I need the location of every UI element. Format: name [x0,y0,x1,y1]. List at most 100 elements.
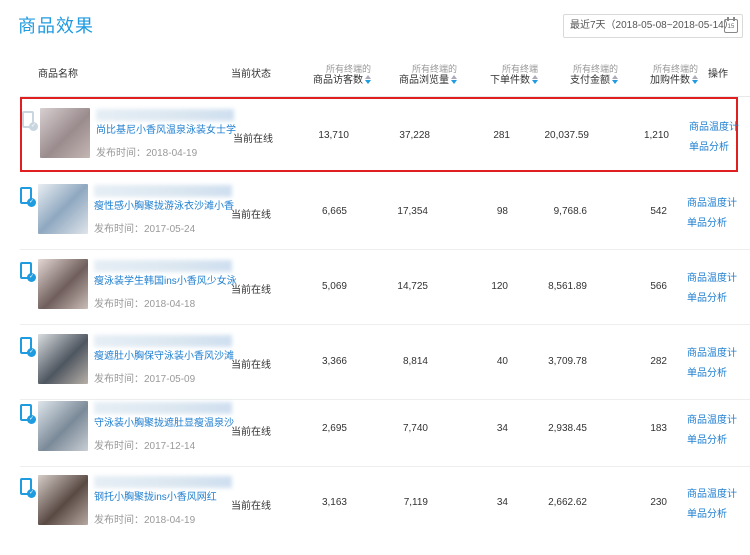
product-thumbnail[interactable] [40,108,90,158]
temperature-link[interactable]: 商品温度计 [687,485,747,505]
date-range-label: 最近7天（2018-05-08~2018-05-14） [570,20,734,31]
col-views[interactable]: 所有终端的 商品浏览量 [377,63,457,87]
product-thumbnail[interactable] [38,184,88,234]
analysis-link[interactable]: 单品分析 [687,505,747,525]
ops-cell: 商品温度计 单品分析 [687,485,747,525]
status-text: 当前在线 [231,285,271,296]
visitors-value: 5,069 [321,281,347,292]
visitors-value: 13,710 [318,130,349,141]
table-row: 瘦性感小胸聚拢游泳衣沙滩小香 发布时间：2017-05-24 当前在线 6,66… [20,175,750,250]
publish-time: 发布时间：2017-05-09 [94,374,196,385]
status-text: 当前在线 [231,210,271,221]
orders-value: 40 [496,356,508,367]
mobile-check-icon [20,262,36,282]
cart-value: 282 [650,356,667,367]
views-value: 14,725 [397,281,428,292]
temperature-link[interactable]: 商品温度计 [689,118,749,138]
product-title-link[interactable]: 守泳装小胸聚拢遮肚显瘦温泉沙 [94,417,244,431]
views-value: 7,740 [402,423,428,434]
mobile-check-icon [20,187,36,207]
col-cart[interactable]: 所有终端的 加购件数 [618,63,698,87]
orders-value: 120 [491,281,508,292]
product-thumbnail[interactable] [38,475,88,525]
blurred-title [94,402,232,414]
sort-icon[interactable] [451,75,457,85]
col-product-name: 商品名称 [38,69,78,80]
orders-value: 98 [496,206,508,217]
publish-time: 发布时间：2017-05-24 [94,224,196,235]
table-row: 钢托小胸聚拢ins小香风网红 发布时间：2018-04-19 当前在线 3,16… [20,466,750,541]
blurred-title [94,185,232,197]
mobile-check-icon [20,404,36,424]
ops-cell: 商品温度计 单品分析 [687,269,747,309]
visitors-value: 6,665 [321,206,347,217]
product-title-link[interactable]: 瘦性感小胸聚拢游泳衣沙滩小香 [94,200,244,214]
paid-value: 2,938.45 [548,423,587,434]
publish-time: 发布时间：2018-04-18 [94,299,196,310]
temperature-link[interactable]: 商品温度计 [687,269,747,289]
product-thumbnail[interactable] [38,259,88,309]
col-paid[interactable]: 所有终端的 支付金额 [538,63,618,87]
cart-value: 230 [650,497,667,508]
temperature-link[interactable]: 商品温度计 [687,411,747,431]
analysis-link[interactable]: 单品分析 [689,138,749,158]
calendar-icon: 15 [724,17,738,33]
mobile-check-icon [22,111,38,131]
date-range-picker[interactable]: 最近7天（2018-05-08~2018-05-14） 15 [563,14,743,38]
status-text: 当前在线 [233,134,273,145]
paid-value: 8,561.89 [548,281,587,292]
product-title-link[interactable]: 瘦泳装学生韩国ins小香风少女泳 [94,275,244,289]
visitors-value: 3,366 [321,356,347,367]
visitors-value: 3,163 [321,497,347,508]
publish-time: 发布时间：2017-12-14 [94,441,196,452]
blurred-title [96,109,234,121]
col-status: 当前状态 [231,69,271,80]
table-row: 瘦遮肚小胸保守泳装小香风沙滩 发布时间：2017-05-09 当前在线 3,36… [20,325,750,400]
table-row: 瘦泳装学生韩国ins小香风少女泳 发布时间：2018-04-18 当前在线 5,… [20,250,750,325]
paid-value: 9,768.6 [553,206,587,217]
views-value: 8,814 [402,356,428,367]
ops-cell: 商品温度计 单品分析 [689,118,749,158]
page-header: 商品效果 最近7天（2018-05-08~2018-05-14） 15 [0,0,750,50]
product-title-link[interactable]: 钢托小胸聚拢ins小香风网红 [94,491,244,505]
cart-value: 1,210 [643,130,669,141]
views-value: 17,354 [397,206,428,217]
paid-value: 2,662.62 [548,497,587,508]
temperature-link[interactable]: 商品温度计 [687,194,747,214]
ops-cell: 商品温度计 单品分析 [687,411,747,451]
cart-value: 183 [650,423,667,434]
ops-cell: 商品温度计 单品分析 [687,194,747,234]
sort-icon[interactable] [365,75,371,85]
table-row: 尚比基尼小香风温泉泳装女士学 发布时间：2018-04-19 当前在线 13,7… [20,97,739,172]
blurred-title [94,260,232,272]
status-text: 当前在线 [231,501,271,512]
product-thumbnail[interactable] [38,401,88,451]
paid-value: 3,709.78 [548,356,587,367]
sort-icon[interactable] [692,75,698,85]
publish-time: 发布时间：2018-04-19 [94,515,196,526]
analysis-link[interactable]: 单品分析 [687,289,747,309]
views-value: 37,228 [399,130,430,141]
table-header: 商品名称 当前状态 所有终端的 商品访客数 所有终端的 商品浏览量 所有终端 下… [20,55,750,97]
blurred-title [94,335,232,347]
orders-value: 281 [493,130,510,141]
cart-value: 542 [650,206,667,217]
publish-time: 发布时间：2018-04-19 [96,148,198,159]
temperature-link[interactable]: 商品温度计 [687,344,747,364]
product-title-link[interactable]: 尚比基尼小香风温泉泳装女士学 [96,124,246,138]
analysis-link[interactable]: 单品分析 [687,214,747,234]
orders-value: 34 [496,497,508,508]
cart-value: 566 [650,281,667,292]
views-value: 7,119 [403,497,428,508]
col-orders[interactable]: 所有终端 下单件数 [458,63,538,87]
product-title-link[interactable]: 瘦遮肚小胸保守泳装小香风沙滩 [94,350,244,364]
product-thumbnail[interactable] [38,334,88,384]
col-visitors[interactable]: 所有终端的 商品访客数 [296,63,371,87]
table-row: 守泳装小胸聚拢遮肚显瘦温泉沙 发布时间：2017-12-14 当前在线 2,69… [20,392,750,467]
page-title: 商品效果 [18,16,94,36]
paid-value: 20,037.59 [544,130,590,141]
analysis-link[interactable]: 单品分析 [687,431,747,451]
mobile-check-icon [20,478,36,498]
col-ops: 操作 [708,69,728,80]
analysis-link[interactable]: 单品分析 [687,364,747,384]
